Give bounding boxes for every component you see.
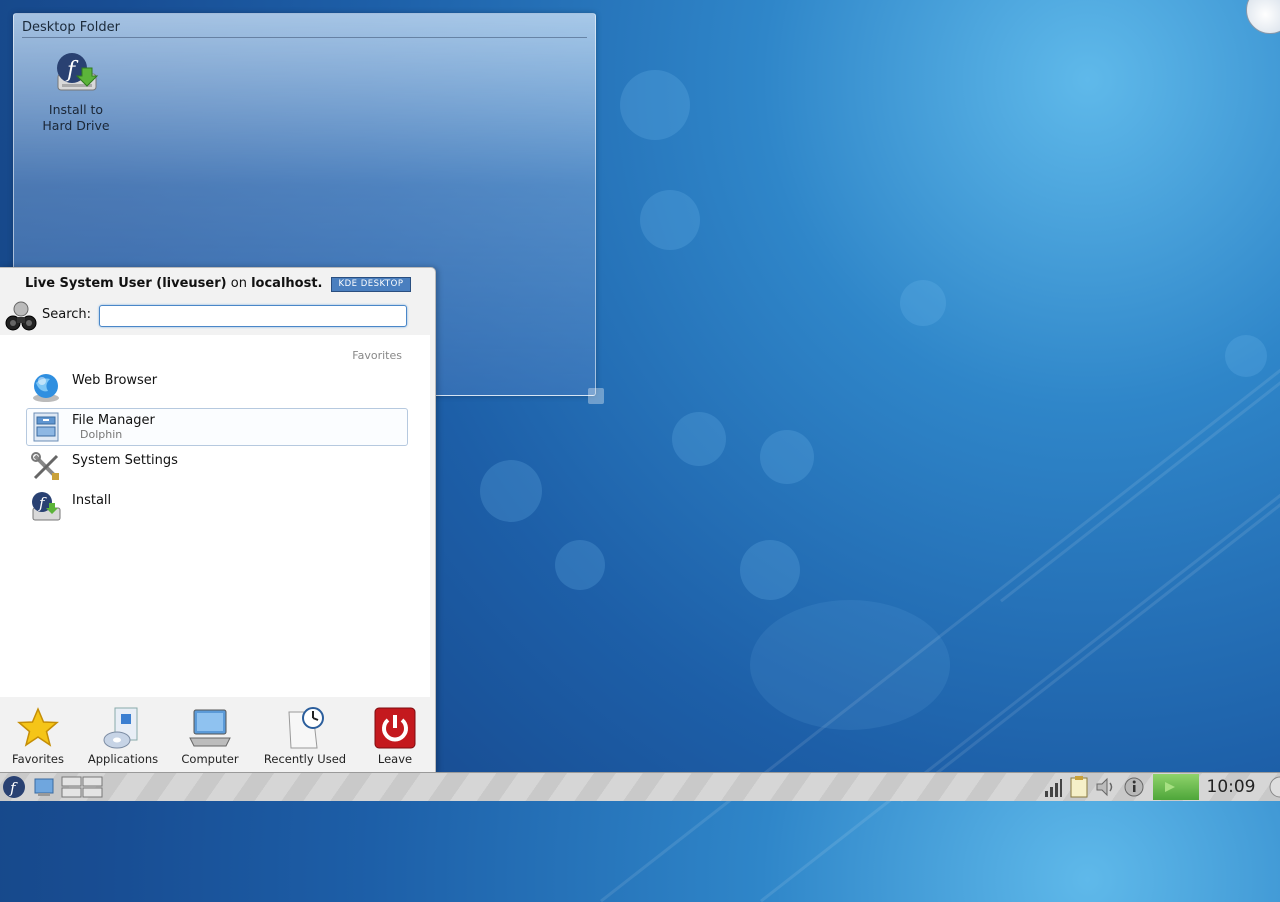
menu-user-header: Live System User (liveuser) on localhost… (25, 276, 322, 291)
kickoff-tab-bar: Favorites Applications Computer Recently… (0, 700, 430, 772)
fedora-logo-icon: f (3, 776, 25, 798)
clock-document-icon (283, 706, 327, 750)
tab-leave[interactable]: Leave (368, 706, 422, 766)
clipboard-icon[interactable] (1068, 775, 1090, 799)
pager-widget[interactable] (61, 775, 103, 799)
tab-label: Favorites (12, 752, 64, 766)
kickoff-launcher-button[interactable]: f (2, 775, 26, 799)
tab-label: Computer (181, 752, 239, 766)
show-desktop-icon (34, 778, 54, 796)
on-text: on (230, 276, 247, 291)
host-name: localhost. (251, 276, 323, 291)
tab-label: Leave (377, 752, 413, 766)
volume-icon[interactable] (1094, 775, 1116, 799)
folder-resize-handle[interactable] (588, 388, 604, 404)
notifications-info-icon[interactable] (1123, 775, 1145, 799)
tab-label: Applications (87, 752, 159, 766)
favorites-header: Favorites (352, 349, 402, 362)
user-name: Live System User (liveuser) (25, 276, 227, 291)
tab-applications[interactable]: Applications (86, 706, 160, 766)
settings-tools-icon (30, 451, 62, 483)
tab-label: Recently Used (263, 752, 347, 766)
favorite-install[interactable]: f Install (26, 488, 408, 526)
desktop-icon-label-1: Install to (48, 102, 104, 117)
pager-icon (61, 776, 103, 798)
digital-clock[interactable]: 10:09 (1200, 775, 1262, 799)
binoculars-icon (4, 299, 38, 333)
favorite-web-browser[interactable]: Web Browser (26, 368, 408, 406)
power-icon (373, 706, 417, 750)
taskbar: f 10:09 (0, 772, 1280, 801)
kickoff-menu: Live System User (liveuser) on localhost… (0, 267, 436, 774)
favorite-subtitle: Dolphin (80, 428, 123, 441)
favorites-panel: Favorites Web Browser File Manager Dolph… (0, 335, 430, 697)
folder-title: Desktop Folder (22, 20, 120, 35)
show-desktop-button[interactable] (33, 775, 55, 799)
fedora-install-icon: f (52, 50, 100, 98)
tab-recently-used[interactable]: Recently Used (258, 706, 352, 766)
favorite-name: System Settings (72, 453, 178, 468)
folder-divider (22, 37, 587, 38)
fedora-install-icon: f (30, 491, 62, 523)
tab-favorites[interactable]: Favorites (8, 706, 68, 766)
active-task-indicator[interactable] (1153, 774, 1199, 800)
tab-computer[interactable]: Computer (180, 706, 240, 766)
search-label: Search: (42, 307, 92, 322)
laptop-icon (188, 706, 232, 750)
desktop-toolbox-button[interactable] (1246, 0, 1280, 34)
file-manager-icon (30, 411, 62, 443)
network-icon[interactable] (1043, 775, 1063, 799)
favorite-name: Install (72, 493, 112, 508)
desktop-icon-label-2: Hard Drive (42, 118, 110, 133)
favorite-name: Web Browser (72, 373, 158, 388)
globe-icon (30, 371, 62, 403)
search-input[interactable] (99, 305, 407, 327)
arrow-right-icon (1165, 782, 1175, 792)
kde-desktop-badge: KDE DESKTOP (331, 277, 411, 292)
panel-toolbox-button[interactable] (1264, 775, 1280, 799)
favorite-file-manager[interactable]: File Manager Dolphin (26, 408, 408, 446)
desktop-icon-install[interactable]: f Install to Hard Drive (36, 50, 116, 134)
applications-icon (101, 706, 145, 750)
favorite-system-settings[interactable]: System Settings (26, 448, 408, 486)
favorite-name: File Manager (72, 413, 155, 428)
star-icon (16, 706, 60, 750)
